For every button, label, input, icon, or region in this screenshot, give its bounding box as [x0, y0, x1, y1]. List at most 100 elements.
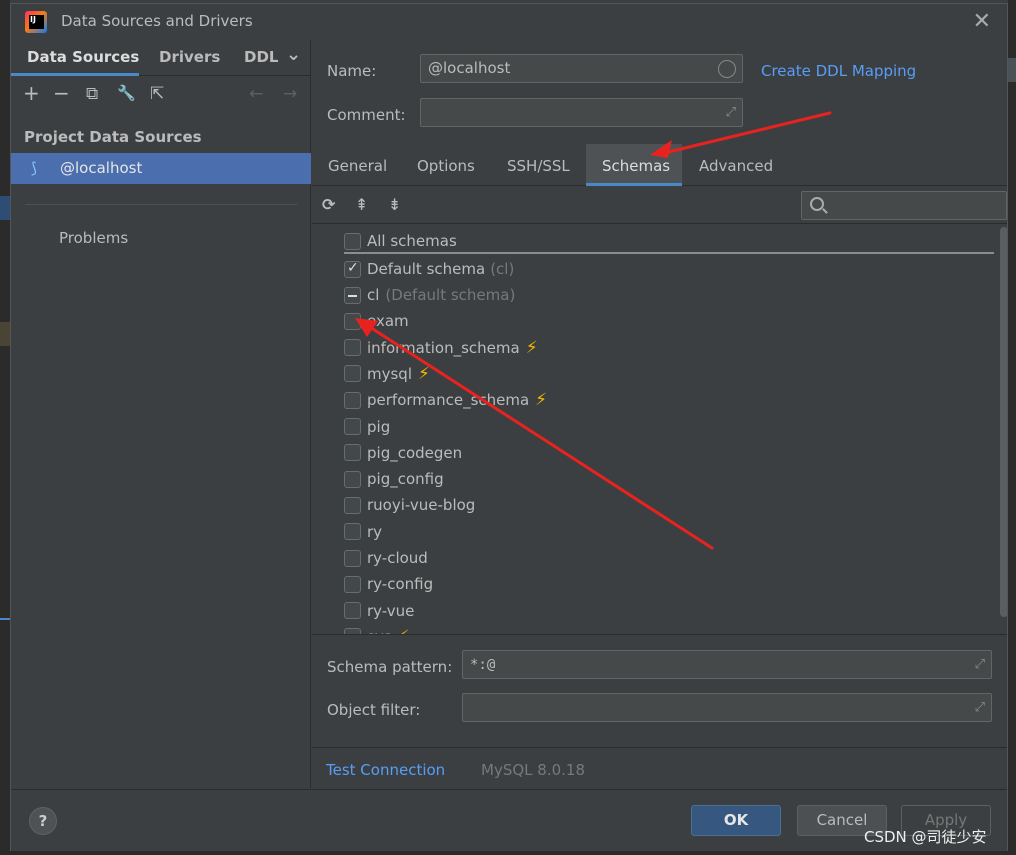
schema-row-cl[interactable]: cl (Default schema) — [344, 283, 515, 307]
schema-row-mysql[interactable]: mysql ⚡ — [344, 362, 430, 386]
create-ddl-mapping-link[interactable]: Create DDL Mapping — [761, 62, 916, 80]
schema-checkbox[interactable] — [344, 523, 361, 541]
driver-version: MySQL 8.0.18 — [481, 761, 585, 779]
schema-pattern-field[interactable]: *:@ ⤢ — [462, 650, 992, 679]
schema-name: sys — [367, 628, 392, 634]
all-schemas-checkbox[interactable] — [344, 232, 361, 250]
schema-name: cl — [367, 286, 380, 304]
schema-row-pig_codegen[interactable]: pig_codegen — [344, 441, 462, 465]
settings-tab-bar: General Options SSH/SSL Schemas Advanced — [312, 144, 1007, 186]
schema-checkbox[interactable] — [344, 549, 361, 567]
close-icon[interactable]: ✕ — [973, 9, 991, 34]
schema-checkbox[interactable] — [344, 496, 361, 514]
ide-bg-block — [1008, 58, 1016, 82]
filters-form: Schema pattern: *:@ ⤢ Object filter: ⤢ — [312, 636, 1007, 746]
data-source-label: @localhost — [60, 159, 143, 177]
schema-checkbox[interactable] — [344, 575, 361, 593]
connection-status-bar: Test Connection MySQL 8.0.18 — [312, 747, 1007, 788]
collapse-all-icon[interactable]: ⇟ — [388, 195, 401, 214]
system-schema-bolt-icon: ⚡ — [525, 337, 538, 358]
schema-checkbox[interactable] — [344, 470, 361, 488]
schema-checkbox[interactable] — [344, 286, 361, 304]
schema-row-pig[interactable]: pig — [344, 415, 390, 439]
schema-row-exam[interactable]: exam — [344, 309, 409, 333]
name-field[interactable]: @localhost — [420, 54, 743, 83]
all-schemas-row[interactable]: All schemas — [344, 229, 457, 253]
tab-general[interactable]: General — [328, 157, 387, 175]
tab-data-sources[interactable]: Data Sources — [27, 48, 139, 66]
schema-row-ry[interactable]: ry — [344, 520, 382, 544]
schema-row-sys[interactable]: sys ⚡ — [344, 625, 409, 634]
default-schema-row[interactable]: Default schema (cl) — [344, 257, 514, 281]
object-filter-label: Object filter: — [327, 701, 421, 719]
schema-checkbox[interactable] — [344, 418, 361, 435]
refresh-icon[interactable]: ⟳ — [322, 195, 335, 214]
schema-checkbox[interactable] — [344, 444, 361, 462]
default-schema-note: (cl) — [490, 260, 515, 278]
default-schema-label: Default schema — [367, 260, 486, 278]
schema-checkbox[interactable] — [344, 628, 361, 634]
schemas-tree: All schemas Default schema (cl) cl (Defau… — [312, 225, 1007, 635]
schema-checkbox[interactable] — [344, 339, 361, 357]
add-icon[interactable]: + — [23, 81, 40, 105]
schema-name: mysql — [367, 364, 412, 383]
data-sources-panel: Data Sources Drivers DDL ⌄ + − ⧉ 🔧 ⇱ ← →… — [11, 40, 311, 788]
data-source-item-localhost[interactable]: ⟆ @localhost — [11, 153, 311, 184]
schema-row-ry-cloud[interactable]: ry-cloud — [344, 546, 428, 570]
tree-scrollbar[interactable] — [1000, 227, 1007, 617]
schema-pattern-value: *:@ — [470, 657, 496, 673]
schema-row-information_schema[interactable]: information_schema ⚡ — [344, 336, 538, 360]
schema-checkbox[interactable] — [344, 391, 361, 409]
schema-row-performance_schema[interactable]: performance_schema ⚡ — [344, 388, 547, 412]
name-label: Name: — [327, 62, 377, 80]
name-field-value: @localhost — [428, 59, 511, 77]
object-filter-field[interactable]: ⤢ — [462, 693, 992, 722]
wrench-icon[interactable]: 🔧 — [117, 84, 136, 102]
ok-button[interactable]: OK — [691, 805, 781, 836]
schema-name: ry-vue — [367, 601, 415, 620]
schema-search-input[interactable] — [801, 191, 1007, 220]
comment-field[interactable]: ⤢ — [420, 98, 743, 127]
schema-name: performance_schema — [367, 391, 530, 410]
color-circle-icon[interactable] — [718, 60, 736, 78]
schema-row-ruoyi-vue-blog[interactable]: ruoyi-vue-blog — [344, 493, 475, 517]
schema-row-pig_config[interactable]: pig_config — [344, 467, 444, 491]
ide-background-left — [0, 0, 10, 855]
schema-row-ry-vue[interactable]: ry-vue — [344, 599, 414, 623]
schema-row-ry-config[interactable]: ry-config — [344, 572, 433, 596]
default-schema-checkbox[interactable] — [344, 260, 361, 278]
schema-checkbox[interactable] — [344, 365, 361, 383]
system-schema-bolt-icon: ⚡ — [418, 363, 430, 384]
expand-icon[interactable]: ⤢ — [726, 105, 736, 120]
tab-ssh-ssl[interactable]: SSH/SSL — [507, 157, 570, 175]
expand-icon[interactable]: ⤢ — [975, 657, 985, 672]
tab-advanced[interactable]: Advanced — [699, 157, 773, 175]
tab-options[interactable]: Options — [417, 157, 475, 175]
remove-icon[interactable]: − — [53, 81, 70, 105]
schema-name: information_schema — [367, 338, 520, 357]
window-title: Data Sources and Drivers — [61, 12, 253, 30]
tab-drivers[interactable]: Drivers — [159, 48, 220, 66]
copy-icon[interactable]: ⧉ — [86, 84, 98, 104]
schema-checkbox[interactable] — [344, 312, 361, 330]
title-bar: Data Sources and Drivers ✕ — [11, 4, 1007, 40]
tabs-overflow-chevron-icon[interactable]: ⌄ — [286, 44, 301, 65]
project-data-sources-heading: Project Data Sources — [24, 128, 202, 146]
problems-item[interactable]: Problems — [59, 229, 128, 247]
tab-schemas[interactable]: Schemas — [602, 157, 670, 175]
schema-name: pig — [367, 417, 391, 436]
schemas-toolbar: ⟳ ⇞ ⇟ — [312, 186, 1007, 224]
tab-ddl[interactable]: DDL — [244, 48, 278, 66]
schema-name: ry-config — [367, 575, 434, 594]
schema-checkbox[interactable] — [344, 602, 361, 620]
help-icon[interactable]: ? — [29, 807, 57, 835]
expand-icon[interactable]: ⤢ — [975, 700, 985, 715]
back-arrow-icon[interactable]: ← — [249, 84, 263, 104]
data-source-settings: Name: @localhost Create DDL Mapping Comm… — [312, 40, 1007, 788]
expand-all-icon[interactable]: ⇞ — [355, 195, 368, 214]
test-connection-link[interactable]: Test Connection — [326, 761, 445, 779]
ide-background-right — [1008, 0, 1016, 855]
data-sources-dialog: Data Sources and Drivers ✕ Data Sources … — [10, 3, 1008, 851]
forward-arrow-icon[interactable]: → — [283, 84, 297, 104]
export-icon[interactable]: ⇱ — [150, 84, 164, 104]
